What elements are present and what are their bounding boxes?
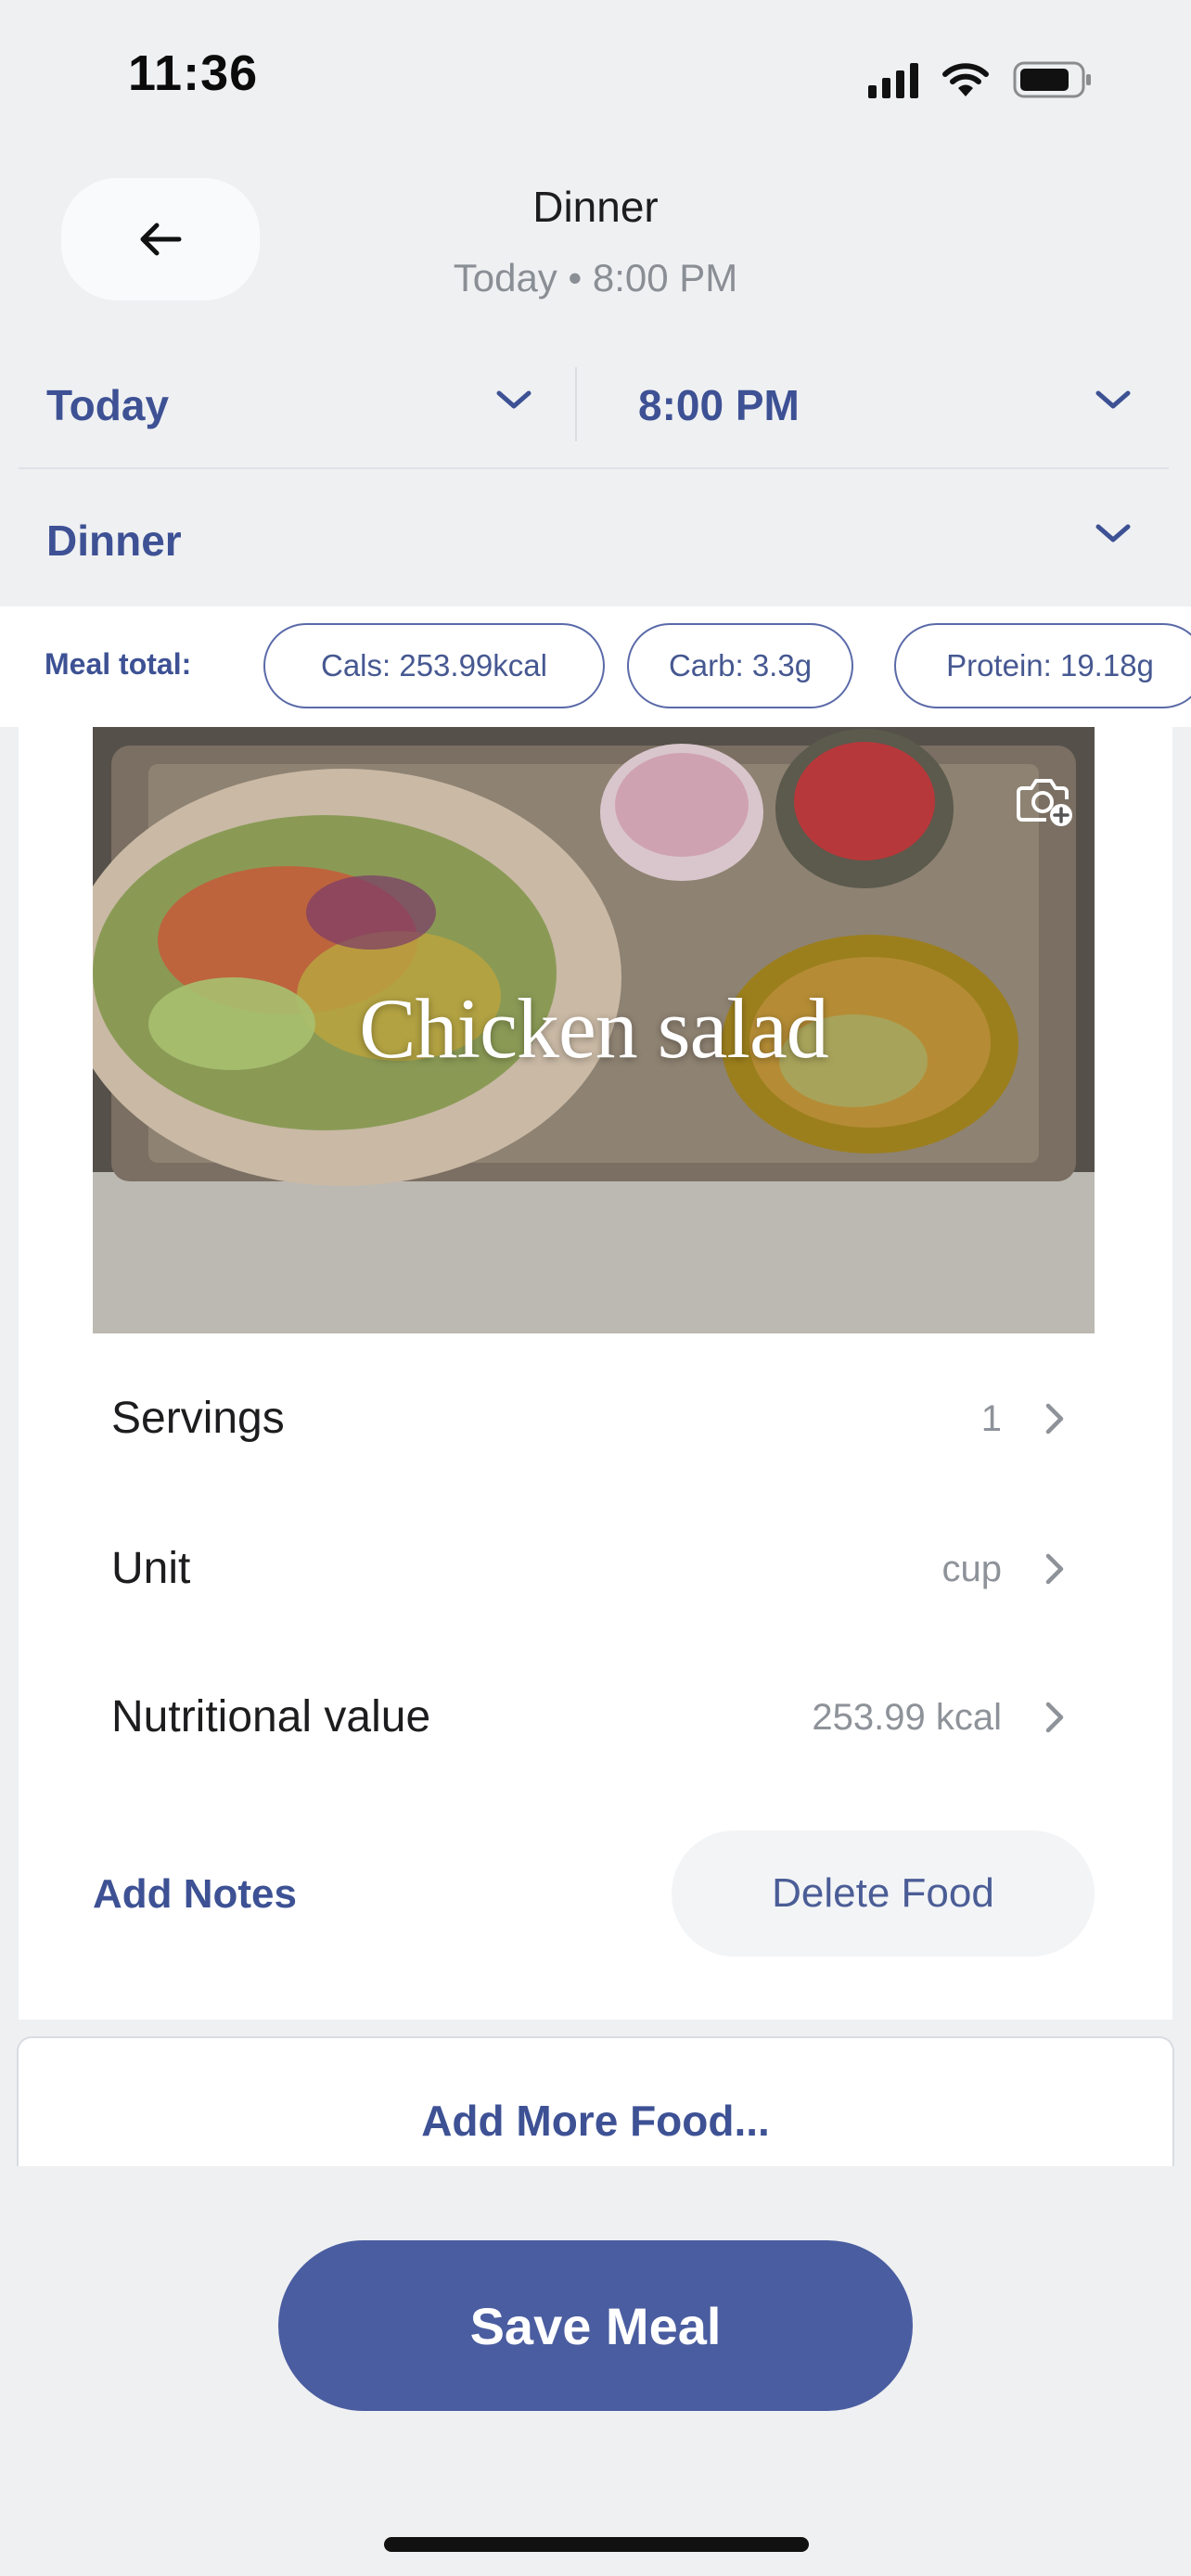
add-notes-button[interactable]: Add Notes [93, 1871, 297, 1918]
camera-add-icon[interactable] [1017, 775, 1074, 832]
unit-row[interactable]: Unit cup [111, 1523, 1095, 1615]
chevron-right-icon [1045, 1702, 1064, 1733]
servings-value: 1 [980, 1398, 1002, 1439]
page-subtitle: Today • 8:00 PM [453, 256, 738, 300]
selector-divider [575, 367, 577, 441]
meal-type-selector-row[interactable]: Dinner [19, 473, 1169, 603]
chevron-right-icon [1045, 1553, 1064, 1585]
food-photo[interactable]: Chicken salad [93, 727, 1095, 1333]
food-item-card: Chicken salad Servings 1 Unit cup Nutrit… [19, 727, 1172, 2020]
unit-label: Unit [111, 1544, 191, 1593]
add-more-food-button[interactable]: Add More Food... [17, 2036, 1174, 2166]
servings-row[interactable]: Servings 1 [111, 1372, 1095, 1465]
unit-value: cup [941, 1549, 1003, 1589]
date-dropdown[interactable]: Today [46, 380, 169, 430]
meal-total-bar: Meal total: Cals: 253.99kcal Carb: 3.3g … [0, 606, 1191, 727]
chevron-right-icon [1045, 1403, 1064, 1435]
calories-chip[interactable]: Cals: 253.99kcal [263, 623, 605, 708]
date-time-selector-row: Today 8:00 PM [19, 352, 1169, 469]
status-time: 11:36 [128, 45, 259, 101]
home-indicator [384, 2537, 809, 2552]
food-name: Chicken salad [359, 981, 829, 1076]
carb-chip[interactable]: Carb: 3.3g [627, 623, 853, 708]
save-meal-button[interactable]: Save Meal [278, 2240, 913, 2411]
delete-food-button[interactable]: Delete Food [672, 1830, 1095, 1957]
cellular-signal-icon [868, 61, 918, 98]
wifi-icon [942, 61, 989, 98]
time-dropdown[interactable]: 8:00 PM [638, 380, 800, 430]
status-icons [868, 57, 1093, 98]
servings-label: Servings [111, 1394, 285, 1443]
meal-type-dropdown[interactable]: Dinner [46, 516, 182, 566]
chevron-down-icon[interactable] [1093, 386, 1133, 414]
protein-chip[interactable]: Protein: 19.18g [894, 623, 1191, 708]
chevron-down-icon[interactable] [493, 386, 534, 414]
nutritional-value-value: 253.99 kcal [812, 1697, 1002, 1738]
page-title: Dinner [532, 183, 659, 231]
meal-total-label: Meal total: [45, 647, 192, 681]
battery-icon [1013, 61, 1093, 98]
nutritional-value-label: Nutritional value [111, 1692, 431, 1741]
chevron-down-icon[interactable] [1093, 519, 1133, 547]
nutritional-value-row[interactable]: Nutritional value 253.99 kcal [111, 1671, 1095, 1764]
